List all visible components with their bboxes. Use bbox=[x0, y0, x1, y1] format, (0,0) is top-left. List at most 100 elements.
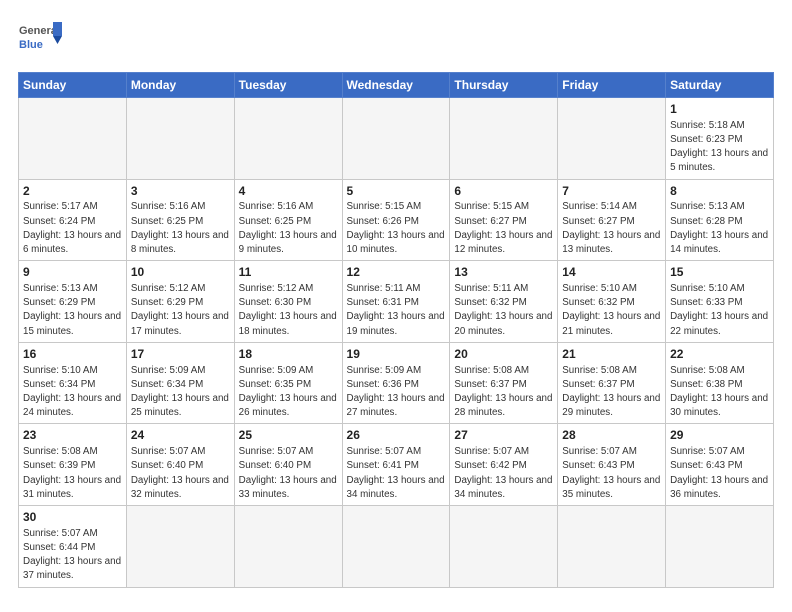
day-info: Sunrise: 5:12 AM Sunset: 6:29 PM Dayligh… bbox=[131, 282, 230, 339]
col-thursday: Thursday bbox=[450, 73, 558, 98]
day-number: 22 bbox=[670, 346, 769, 363]
col-friday: Friday bbox=[558, 73, 666, 98]
day-number: 15 bbox=[670, 264, 769, 281]
table-row: 30Sunrise: 5:07 AM Sunset: 6:44 PM Dayli… bbox=[19, 506, 127, 588]
table-row: 20Sunrise: 5:08 AM Sunset: 6:37 PM Dayli… bbox=[450, 342, 558, 424]
table-row bbox=[558, 506, 666, 588]
day-number: 3 bbox=[131, 183, 230, 200]
table-row: 10Sunrise: 5:12 AM Sunset: 6:29 PM Dayli… bbox=[126, 261, 234, 343]
table-row: 1Sunrise: 5:18 AM Sunset: 6:23 PM Daylig… bbox=[666, 98, 774, 180]
day-number: 23 bbox=[23, 427, 122, 444]
day-info: Sunrise: 5:07 AM Sunset: 6:43 PM Dayligh… bbox=[670, 445, 769, 502]
day-number: 13 bbox=[454, 264, 553, 281]
header: General Blue bbox=[18, 18, 774, 62]
table-row bbox=[342, 506, 450, 588]
day-info: Sunrise: 5:11 AM Sunset: 6:31 PM Dayligh… bbox=[347, 282, 446, 339]
table-row: 4Sunrise: 5:16 AM Sunset: 6:25 PM Daylig… bbox=[234, 179, 342, 261]
day-info: Sunrise: 5:09 AM Sunset: 6:34 PM Dayligh… bbox=[131, 364, 230, 421]
day-info: Sunrise: 5:07 AM Sunset: 6:43 PM Dayligh… bbox=[562, 445, 661, 502]
table-row: 28Sunrise: 5:07 AM Sunset: 6:43 PM Dayli… bbox=[558, 424, 666, 506]
table-row: 27Sunrise: 5:07 AM Sunset: 6:42 PM Dayli… bbox=[450, 424, 558, 506]
day-info: Sunrise: 5:17 AM Sunset: 6:24 PM Dayligh… bbox=[23, 200, 122, 257]
table-row: 3Sunrise: 5:16 AM Sunset: 6:25 PM Daylig… bbox=[126, 179, 234, 261]
day-info: Sunrise: 5:09 AM Sunset: 6:35 PM Dayligh… bbox=[239, 364, 338, 421]
col-saturday: Saturday bbox=[666, 73, 774, 98]
table-row: 29Sunrise: 5:07 AM Sunset: 6:43 PM Dayli… bbox=[666, 424, 774, 506]
day-number: 4 bbox=[239, 183, 338, 200]
table-row: 21Sunrise: 5:08 AM Sunset: 6:37 PM Dayli… bbox=[558, 342, 666, 424]
table-row: 14Sunrise: 5:10 AM Sunset: 6:32 PM Dayli… bbox=[558, 261, 666, 343]
day-info: Sunrise: 5:10 AM Sunset: 6:33 PM Dayligh… bbox=[670, 282, 769, 339]
day-info: Sunrise: 5:07 AM Sunset: 6:42 PM Dayligh… bbox=[454, 445, 553, 502]
table-row: 22Sunrise: 5:08 AM Sunset: 6:38 PM Dayli… bbox=[666, 342, 774, 424]
day-info: Sunrise: 5:13 AM Sunset: 6:28 PM Dayligh… bbox=[670, 200, 769, 257]
day-info: Sunrise: 5:15 AM Sunset: 6:26 PM Dayligh… bbox=[347, 200, 446, 257]
day-number: 1 bbox=[670, 101, 769, 118]
day-number: 29 bbox=[670, 427, 769, 444]
day-info: Sunrise: 5:10 AM Sunset: 6:32 PM Dayligh… bbox=[562, 282, 661, 339]
day-number: 19 bbox=[347, 346, 446, 363]
table-row: 11Sunrise: 5:12 AM Sunset: 6:30 PM Dayli… bbox=[234, 261, 342, 343]
table-row: 13Sunrise: 5:11 AM Sunset: 6:32 PM Dayli… bbox=[450, 261, 558, 343]
day-info: Sunrise: 5:13 AM Sunset: 6:29 PM Dayligh… bbox=[23, 282, 122, 339]
day-info: Sunrise: 5:08 AM Sunset: 6:38 PM Dayligh… bbox=[670, 364, 769, 421]
day-number: 9 bbox=[23, 264, 122, 281]
day-number: 14 bbox=[562, 264, 661, 281]
day-info: Sunrise: 5:11 AM Sunset: 6:32 PM Dayligh… bbox=[454, 282, 553, 339]
day-number: 8 bbox=[670, 183, 769, 200]
calendar-week-row: 23Sunrise: 5:08 AM Sunset: 6:39 PM Dayli… bbox=[19, 424, 774, 506]
day-number: 21 bbox=[562, 346, 661, 363]
day-info: Sunrise: 5:18 AM Sunset: 6:23 PM Dayligh… bbox=[670, 119, 769, 176]
svg-text:Blue: Blue bbox=[19, 39, 43, 51]
day-info: Sunrise: 5:09 AM Sunset: 6:36 PM Dayligh… bbox=[347, 364, 446, 421]
table-row: 26Sunrise: 5:07 AM Sunset: 6:41 PM Dayli… bbox=[342, 424, 450, 506]
table-row: 8Sunrise: 5:13 AM Sunset: 6:28 PM Daylig… bbox=[666, 179, 774, 261]
logo: General Blue bbox=[18, 18, 62, 62]
day-info: Sunrise: 5:07 AM Sunset: 6:40 PM Dayligh… bbox=[239, 445, 338, 502]
table-row: 2Sunrise: 5:17 AM Sunset: 6:24 PM Daylig… bbox=[19, 179, 127, 261]
page: General Blue Sunday Monday Tuesday Wedne… bbox=[0, 0, 792, 598]
col-wednesday: Wednesday bbox=[342, 73, 450, 98]
day-info: Sunrise: 5:08 AM Sunset: 6:37 PM Dayligh… bbox=[562, 364, 661, 421]
day-number: 6 bbox=[454, 183, 553, 200]
col-sunday: Sunday bbox=[19, 73, 127, 98]
table-row bbox=[234, 506, 342, 588]
day-number: 5 bbox=[347, 183, 446, 200]
table-row: 24Sunrise: 5:07 AM Sunset: 6:40 PM Dayli… bbox=[126, 424, 234, 506]
col-tuesday: Tuesday bbox=[234, 73, 342, 98]
calendar-header-row: Sunday Monday Tuesday Wednesday Thursday… bbox=[19, 73, 774, 98]
day-info: Sunrise: 5:16 AM Sunset: 6:25 PM Dayligh… bbox=[239, 200, 338, 257]
table-row: 15Sunrise: 5:10 AM Sunset: 6:33 PM Dayli… bbox=[666, 261, 774, 343]
day-info: Sunrise: 5:07 AM Sunset: 6:40 PM Dayligh… bbox=[131, 445, 230, 502]
calendar-week-row: 9Sunrise: 5:13 AM Sunset: 6:29 PM Daylig… bbox=[19, 261, 774, 343]
table-row: 19Sunrise: 5:09 AM Sunset: 6:36 PM Dayli… bbox=[342, 342, 450, 424]
table-row: 5Sunrise: 5:15 AM Sunset: 6:26 PM Daylig… bbox=[342, 179, 450, 261]
day-number: 25 bbox=[239, 427, 338, 444]
day-info: Sunrise: 5:07 AM Sunset: 6:41 PM Dayligh… bbox=[347, 445, 446, 502]
day-number: 28 bbox=[562, 427, 661, 444]
calendar-week-row: 2Sunrise: 5:17 AM Sunset: 6:24 PM Daylig… bbox=[19, 179, 774, 261]
calendar-week-row: 1Sunrise: 5:18 AM Sunset: 6:23 PM Daylig… bbox=[19, 98, 774, 180]
table-row bbox=[450, 506, 558, 588]
table-row bbox=[558, 98, 666, 180]
table-row: 12Sunrise: 5:11 AM Sunset: 6:31 PM Dayli… bbox=[342, 261, 450, 343]
day-info: Sunrise: 5:15 AM Sunset: 6:27 PM Dayligh… bbox=[454, 200, 553, 257]
day-info: Sunrise: 5:16 AM Sunset: 6:25 PM Dayligh… bbox=[131, 200, 230, 257]
table-row: 16Sunrise: 5:10 AM Sunset: 6:34 PM Dayli… bbox=[19, 342, 127, 424]
day-number: 27 bbox=[454, 427, 553, 444]
col-monday: Monday bbox=[126, 73, 234, 98]
day-number: 12 bbox=[347, 264, 446, 281]
day-info: Sunrise: 5:12 AM Sunset: 6:30 PM Dayligh… bbox=[239, 282, 338, 339]
day-info: Sunrise: 5:08 AM Sunset: 6:39 PM Dayligh… bbox=[23, 445, 122, 502]
table-row: 9Sunrise: 5:13 AM Sunset: 6:29 PM Daylig… bbox=[19, 261, 127, 343]
day-number: 24 bbox=[131, 427, 230, 444]
day-info: Sunrise: 5:10 AM Sunset: 6:34 PM Dayligh… bbox=[23, 364, 122, 421]
calendar-week-row: 30Sunrise: 5:07 AM Sunset: 6:44 PM Dayli… bbox=[19, 506, 774, 588]
day-number: 26 bbox=[347, 427, 446, 444]
day-number: 18 bbox=[239, 346, 338, 363]
day-info: Sunrise: 5:08 AM Sunset: 6:37 PM Dayligh… bbox=[454, 364, 553, 421]
table-row: 6Sunrise: 5:15 AM Sunset: 6:27 PM Daylig… bbox=[450, 179, 558, 261]
table-row: 18Sunrise: 5:09 AM Sunset: 6:35 PM Dayli… bbox=[234, 342, 342, 424]
day-number: 2 bbox=[23, 183, 122, 200]
calendar: Sunday Monday Tuesday Wednesday Thursday… bbox=[18, 72, 774, 588]
